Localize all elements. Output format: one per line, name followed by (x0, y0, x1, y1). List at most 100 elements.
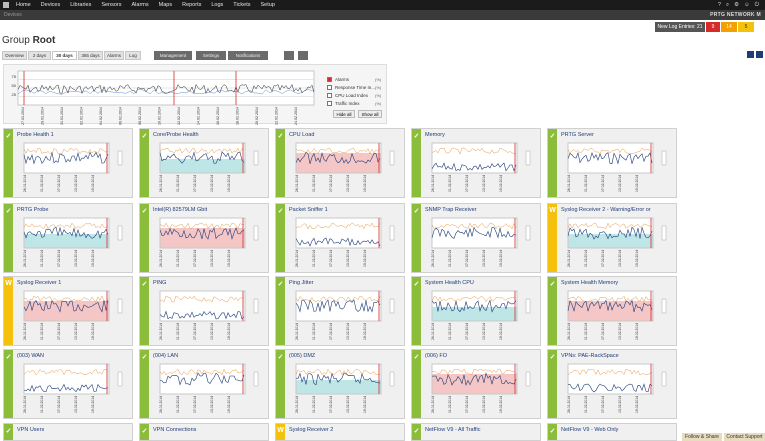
legend-swatch[interactable] (327, 85, 332, 90)
tab-overview[interactable]: Overview (2, 51, 27, 60)
unusual-count-badge[interactable]: 5 (738, 22, 754, 32)
sensor-tile[interactable]: ✓ VPN Users (3, 423, 133, 441)
help-icon[interactable]: ? (718, 2, 721, 9)
sensor-name[interactable]: Syslog Receiver 2 - Warning/Error or (561, 207, 651, 213)
alarm-count-badge[interactable]: 9 (706, 22, 720, 32)
legend-item[interactable]: Traffic Index (%) (327, 100, 381, 107)
show-all-button[interactable]: Show all (358, 110, 382, 118)
sensor-tile[interactable]: ✓ Memory 26.01.2014 01.02.2014 07.02.2014 13.… (411, 128, 541, 198)
legend-swatch[interactable] (327, 101, 332, 106)
notifications-button[interactable]: Notifications (228, 51, 268, 60)
sensor-tile[interactable]: ✓ Core/Probe Health 26.01.2014 01.02.2014 07… (139, 128, 269, 198)
sensor-name[interactable]: Ping Jitter (289, 280, 313, 286)
sensor-name[interactable]: System Health Memory (561, 280, 618, 286)
hide-all-button[interactable]: Hide all (333, 110, 355, 118)
tab-365-days[interactable]: 365 days (78, 51, 103, 60)
nav-item-setup[interactable]: Setup (256, 2, 280, 8)
sensor-tile[interactable]: ✓ PING 26.01.2014 01.02.2014 07.02.2014 13.02… (139, 276, 269, 346)
tab-log[interactable]: Log (125, 51, 141, 60)
sensor-name[interactable]: Syslog Receiver 2 (289, 427, 333, 433)
nav-item-libraries[interactable]: Libraries (65, 2, 96, 8)
nav-item-sensors[interactable]: Sensors (96, 2, 126, 8)
tab-30-days[interactable]: 30 days (52, 51, 77, 60)
settings-button[interactable]: Settings (196, 51, 226, 60)
sensor-tile[interactable]: ✓ System Health CPU 26.01.2014 01.02.2014 07… (411, 276, 541, 346)
contact-support-button[interactable]: Contact Support (724, 433, 765, 441)
sensor-tile[interactable]: ✓ Probe Health 1 26.01.2014 01.02.2014 07.02… (3, 128, 133, 198)
sensor-name[interactable]: Core/Probe Health (153, 132, 199, 138)
nav-item-tickets[interactable]: Tickets (228, 2, 255, 8)
sensor-tile[interactable]: ✓ NetFlow V9 - Web Only (547, 423, 677, 441)
gear-icon[interactable]: ⚙ (734, 2, 739, 9)
layout-grid-icon[interactable] (284, 51, 294, 60)
sensor-name[interactable]: (003) WAN (17, 353, 44, 359)
sensor-name[interactable]: (005) DMZ (289, 353, 315, 359)
follow-share-button[interactable]: Follow & Share (682, 433, 722, 441)
sensor-name[interactable]: (004) LAN (153, 353, 178, 359)
sensor-tile[interactable]: ✓ Ping Jitter 26.01.2014 01.02.2014 07.02.20… (275, 276, 405, 346)
mini-date-label: 13.02.2014 (618, 323, 622, 340)
sensor-name[interactable]: Syslog Receiver 1 (17, 280, 61, 286)
sensor-tile[interactable]: ✓ VPNs: PAE-RackSpace 26.01.2014 01.02.2014… (547, 349, 677, 419)
panel-close-icon[interactable] (756, 51, 763, 58)
nav-item-alarms[interactable]: Alarms (127, 2, 154, 8)
sensor-name[interactable]: PING (153, 280, 166, 286)
sensor-tile[interactable]: W Syslog Receiver 1 26.01.2014 01.02.2014 07… (3, 276, 133, 346)
nav-item-home[interactable]: Home (11, 2, 36, 8)
sensor-tile[interactable]: ✓ (004) LAN 26.01.2014 01.02.2014 07.02.2014… (139, 349, 269, 419)
sensor-name[interactable]: PRTG Server (561, 132, 594, 138)
legend-swatch[interactable] (327, 77, 332, 82)
tab-2-days[interactable]: 2 days (28, 51, 51, 60)
sensor-tile[interactable]: ✓ SNMP Trap Receiver 26.01.2014 01.02.2014 0… (411, 203, 541, 273)
sensor-name[interactable]: VPN Users (17, 427, 44, 433)
mini-date-label: 01.02.2014 (448, 175, 452, 192)
sensor-name[interactable]: CPU Load (289, 132, 314, 138)
sensor-tile[interactable]: W Syslog Receiver 2 (275, 423, 405, 441)
nav-item-reports[interactable]: Reports (177, 2, 206, 8)
sensor-name[interactable]: PRTG Probe (17, 207, 48, 213)
sensor-name[interactable]: Probe Health 1 (17, 132, 54, 138)
sensor-name[interactable]: NetFlow V9 - Web Only (561, 427, 618, 433)
sensor-name[interactable]: Memory (425, 132, 445, 138)
sensor-tile[interactable]: ✓ System Health Memory 26.01.2014 01.02.201… (547, 276, 677, 346)
delete-icon[interactable] (298, 51, 308, 60)
panel-toggle-icon[interactable] (747, 51, 754, 58)
sensor-tile[interactable]: ✓ Packet Sniffer 1 26.01.2014 01.02.2014 07.… (275, 203, 405, 273)
sensor-name[interactable]: Packet Sniffer 1 (289, 207, 328, 213)
nav-item-logs[interactable]: Logs (206, 2, 228, 8)
sensor-name[interactable]: SNMP Trap Receiver (425, 207, 477, 213)
nav-item-maps[interactable]: Maps (154, 2, 177, 8)
sensor-tile[interactable]: W Syslog Receiver 2 - Warning/Error or 26.… (547, 203, 677, 273)
search-icon[interactable]: ⌕ (726, 2, 729, 9)
sensor-tile[interactable]: ✓ PRTG Server 26.01.2014 01.02.2014 07.02.20… (547, 128, 677, 198)
sensor-tile[interactable]: ✓ VPN Connections (139, 423, 269, 441)
sensor-tile[interactable]: ✓ NetFlow V9 - All Traffic (411, 423, 541, 441)
sensor-tile[interactable]: ✓ (005) DMZ 26.01.2014 01.02.2014 07.02.2014… (275, 349, 405, 419)
sensor-name[interactable]: NetFlow V9 - All Traffic (425, 427, 481, 433)
overview-date-label: 18.02.2014 (236, 107, 240, 125)
sensor-tile[interactable]: ✓ (006) FO 26.01.2014 01.02.2014 07.02.2014 1… (411, 349, 541, 419)
sensor-tile[interactable]: ✓ (003) WAN 26.01.2014 01.02.2014 07.02.2014… (3, 349, 133, 419)
legend-item[interactable]: CPU Load Index (%) (327, 92, 381, 99)
tab-alarms[interactable]: Alarms (104, 51, 124, 60)
sensor-name[interactable]: (006) FO (425, 353, 447, 359)
breadcrumb[interactable]: Devices (4, 12, 22, 18)
logout-icon[interactable]: ⏻ (755, 2, 759, 9)
user-icon[interactable]: ☺ (744, 2, 750, 9)
legend-item[interactable]: Response Time In... (%) (327, 84, 381, 91)
sensor-tile[interactable]: ✓ CPU Load 26.01.2014 01.02.2014 07.02.2014 1… (275, 128, 405, 198)
warning-count-badge[interactable]: 14 (721, 22, 737, 32)
legend-item[interactable]: Alarms (%) (327, 76, 381, 83)
sensor-name[interactable]: System Health CPU (425, 280, 474, 286)
sensor-name[interactable]: Intel(R) 82579LM Gbit (153, 207, 207, 213)
new-log-entries-button[interactable]: New Log Entries: 21 (655, 22, 705, 32)
sensor-name[interactable]: VPN Connections (153, 427, 196, 433)
management-button[interactable]: Management (154, 51, 192, 60)
sensor-tile[interactable]: ✓ Intel(R) 82579LM Gbit 26.01.2014 01.02.20… (139, 203, 269, 273)
sensor-tile[interactable]: ✓ PRTG Probe 26.01.2014 01.02.2014 07.02.201… (3, 203, 133, 273)
sensor-name[interactable]: VPNs: PAE-RackSpace (561, 353, 619, 359)
mini-date-label: 26.01.2014 (295, 250, 299, 267)
nav-item-devices[interactable]: Devices (36, 2, 66, 8)
mini-date-label: 01.02.2014 (312, 250, 316, 267)
legend-swatch[interactable] (327, 93, 332, 98)
